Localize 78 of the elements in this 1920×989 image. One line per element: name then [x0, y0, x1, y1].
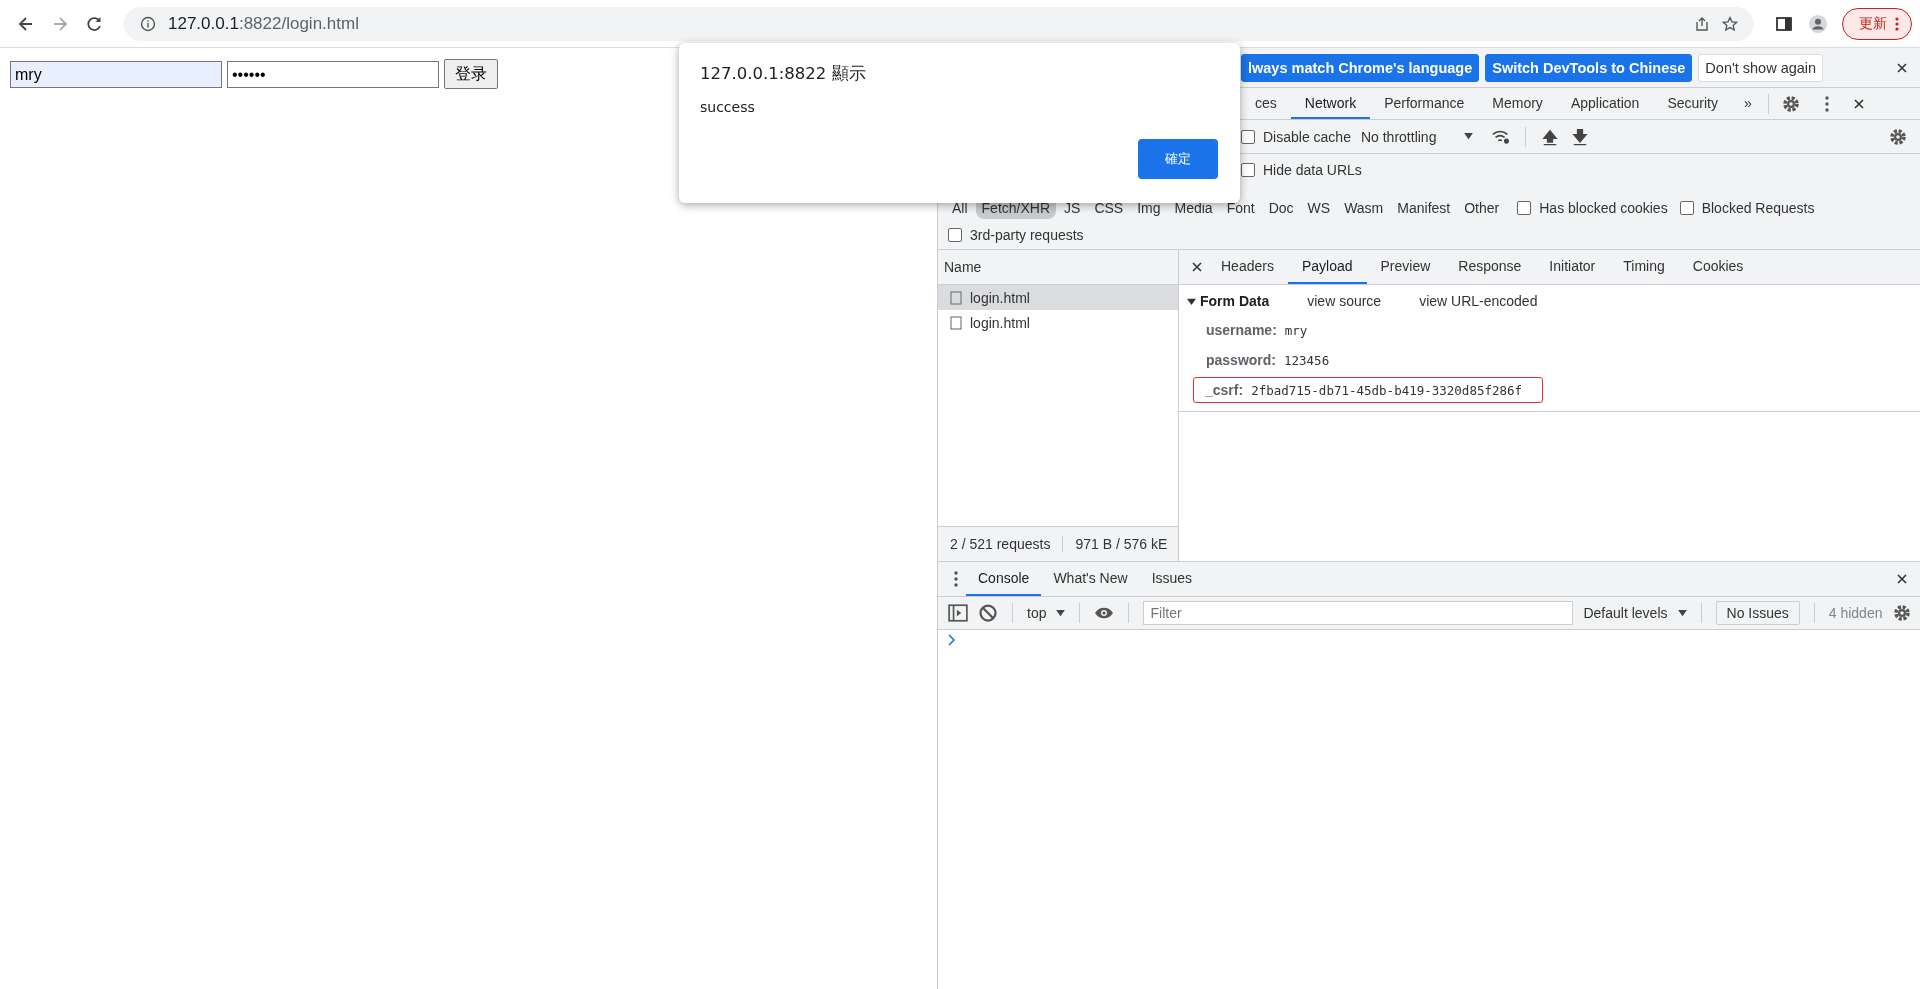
- filter-checkbox[interactable]: Blocked Requests: [1679, 200, 1815, 216]
- filter-field[interactable]: Filter: [1143, 601, 1574, 625]
- detail-tab[interactable]: Preview: [1366, 250, 1445, 284]
- type-filter[interactable]: Wasm: [1338, 197, 1390, 219]
- infobar-button[interactable]: lways match Chrome's language: [1241, 53, 1480, 82]
- document-icon: [950, 315, 962, 330]
- devtools-tab[interactable]: Memory: [1478, 88, 1557, 119]
- request-row[interactable]: login.html: [938, 310, 1178, 335]
- detail-tab[interactable]: Timing: [1609, 250, 1679, 284]
- close-icon[interactable]: [1896, 61, 1909, 74]
- type-filter[interactable]: Doc: [1262, 197, 1300, 219]
- prompt-icon: [948, 634, 956, 646]
- issues-button[interactable]: No Issues: [1715, 601, 1800, 625]
- field-value: mry: [1284, 322, 1308, 338]
- field-key: password:: [1206, 352, 1276, 368]
- infobar-button[interactable]: Switch DevTools to Chinese: [1485, 53, 1693, 82]
- type-filter[interactable]: WS: [1301, 197, 1337, 219]
- summary-text: 2 / 521 requests: [938, 536, 1064, 552]
- context-dropdown[interactable]: top: [1027, 605, 1066, 621]
- profile-icon[interactable]: [1808, 13, 1828, 34]
- field-key: username:: [1206, 322, 1277, 338]
- detail-tab[interactable]: Cookies: [1678, 250, 1758, 284]
- url-text: 127.0.0.1:8822/login.html: [168, 13, 359, 34]
- triangle-icon[interactable]: [1187, 296, 1196, 306]
- hidden-count: 4 hidden: [1828, 605, 1883, 621]
- devtools-tab[interactable]: ces: [1241, 88, 1291, 119]
- hide-data-urls-checkbox[interactable]: Hide data URLs: [1241, 162, 1362, 178]
- request-row[interactable]: login.html: [938, 285, 1178, 310]
- document-icon: [950, 290, 962, 305]
- sidebar-toggle-icon[interactable]: [948, 603, 968, 623]
- third-party-checkbox[interactable]: 3rd-party requests: [948, 226, 1084, 243]
- summary-text: 971 B / 576 kE: [1063, 536, 1178, 552]
- name-column-header: Name: [938, 250, 1178, 285]
- drawer-tab[interactable]: Issues: [1139, 562, 1205, 596]
- address-bar[interactable]: 127.0.0.1:8822/login.html: [124, 6, 1754, 41]
- info-icon[interactable]: [140, 15, 156, 32]
- login-button[interactable]: 登录: [444, 59, 498, 89]
- drawer-tab[interactable]: What's New: [1041, 562, 1140, 596]
- detail-tab[interactable]: Payload: [1287, 250, 1367, 284]
- devtools-tab[interactable]: Application: [1556, 88, 1654, 119]
- dialog-message: success: [700, 99, 756, 115]
- caret-icon[interactable]: [1464, 133, 1474, 140]
- detail-tab[interactable]: Headers: [1207, 250, 1288, 284]
- infobar-button[interactable]: Don't show again: [1698, 53, 1824, 82]
- more-tabs-button[interactable]: »: [1731, 88, 1764, 119]
- field-value: 123456: [1284, 352, 1330, 368]
- close-icon[interactable]: [1191, 261, 1203, 273]
- ok-button[interactable]: 確定: [1138, 139, 1218, 179]
- disable-cache-checkbox[interactable]: Disable cache: [1241, 128, 1351, 145]
- levels-dropdown[interactable]: Default levels: [1583, 605, 1687, 621]
- settings-icon[interactable]: [1892, 603, 1913, 623]
- field-value: 2fbad715-db71-45db-b419-3320d85f286f: [1251, 382, 1523, 398]
- star-icon[interactable]: [1722, 15, 1738, 32]
- caret-icon[interactable]: [1056, 609, 1066, 617]
- filter-checkbox[interactable]: Has blocked cookies: [1517, 200, 1668, 216]
- form-data-toggle[interactable]: Form Data: [1187, 293, 1270, 309]
- devtools-tab[interactable]: Performance: [1370, 88, 1479, 119]
- devtools-tab[interactable]: Security: [1653, 88, 1732, 119]
- detail-tab[interactable]: Initiator: [1535, 250, 1610, 284]
- type-filter[interactable]: Other: [1458, 197, 1506, 219]
- settings-icon[interactable]: [1780, 93, 1801, 114]
- share-icon[interactable]: [1694, 15, 1710, 32]
- password-field[interactable]: ••••••: [227, 61, 439, 88]
- type-filter[interactable]: Manifest: [1391, 197, 1457, 219]
- detail-tab[interactable]: Response: [1444, 250, 1536, 284]
- field-key: _csrf:: [1205, 382, 1244, 398]
- throttling-dropdown[interactable]: No throttling: [1360, 128, 1474, 145]
- username-field[interactable]: mry: [10, 61, 222, 88]
- view-link[interactable]: view URL-encoded: [1419, 293, 1538, 309]
- update-button[interactable]: 更新: [1842, 7, 1912, 40]
- close-icon[interactable]: [1896, 573, 1909, 585]
- clear-icon[interactable]: [978, 603, 998, 623]
- caret-icon[interactable]: [1677, 609, 1687, 617]
- close-icon[interactable]: [1852, 97, 1865, 110]
- settings-icon[interactable]: [1888, 126, 1909, 147]
- dialog-title: 127.0.0.1:8822 顯示: [700, 63, 867, 85]
- more-icon[interactable]: [1895, 15, 1899, 32]
- view-link[interactable]: view source: [1307, 293, 1382, 309]
